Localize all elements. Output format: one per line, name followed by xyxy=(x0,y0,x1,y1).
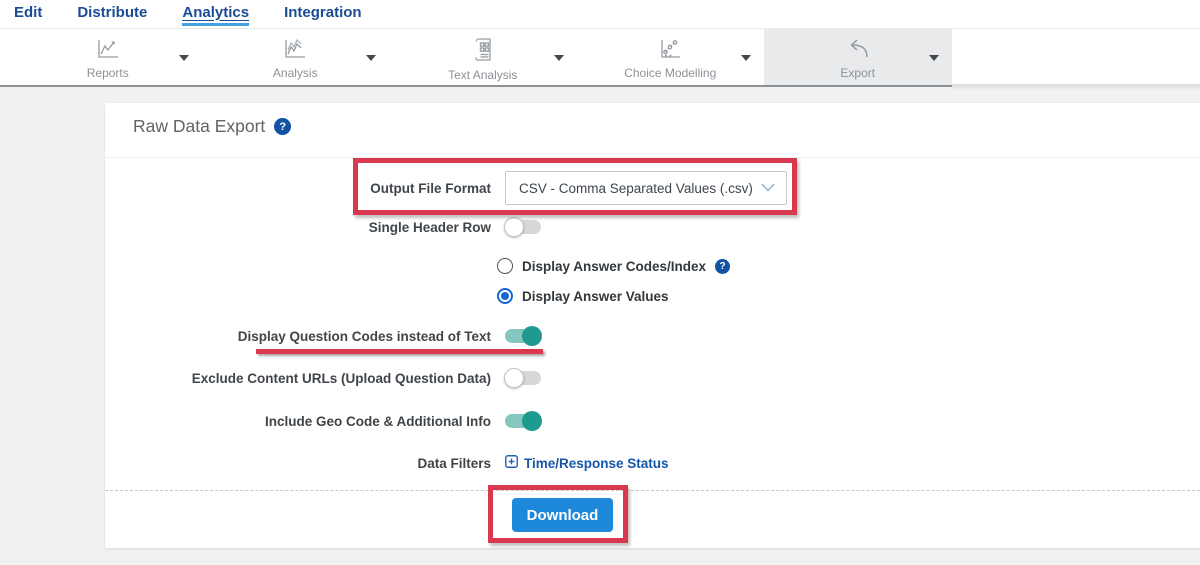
toggle-knob xyxy=(504,217,524,237)
dot-line-chart-icon xyxy=(657,37,683,61)
export-arrow-icon xyxy=(843,37,873,61)
question-codes-toggle[interactable] xyxy=(505,326,542,346)
title-divider xyxy=(105,157,1200,158)
toolbar-item-analysis[interactable]: Analysis xyxy=(202,29,390,85)
content-area: Raw Data Export ? Output File Format CSV… xyxy=(0,86,1200,565)
plus-square-icon xyxy=(505,455,518,471)
download-button[interactable]: Download xyxy=(512,498,613,532)
section-dashed-divider xyxy=(105,490,1200,491)
toolbar-item-label: Choice Modelling xyxy=(624,66,717,80)
analytics-toolbar: Reports Analysis Text Analysis Choice Mo… xyxy=(0,28,1200,87)
toggle-knob xyxy=(522,411,542,431)
toolbar-item-label: Export xyxy=(840,66,876,80)
document-report-icon xyxy=(471,37,495,63)
radio-label: Display Answer Values xyxy=(522,288,669,304)
data-filters-label: Data Filters xyxy=(417,455,491,471)
nav-item-distribute[interactable]: Distribute xyxy=(77,3,147,25)
question-codes-row: Display Question Codes instead of Text xyxy=(105,325,1200,347)
include-geo-row: Include Geo Code & Additional Info xyxy=(105,410,1200,432)
exclude-content-urls-row: Exclude Content URLs (Upload Question Da… xyxy=(105,367,1200,389)
raw-data-export-screen: Edit Distribute Analytics Integration Re… xyxy=(0,0,1200,565)
toolbar-item-reports[interactable]: Reports xyxy=(14,29,202,85)
output-format-label: Output File Format xyxy=(370,180,491,196)
exclude-content-urls-label: Exclude Content URLs (Upload Question Da… xyxy=(191,370,491,386)
single-header-row-toggle[interactable] xyxy=(504,217,541,237)
toolbar-item-label: Analysis xyxy=(272,66,318,80)
time-response-status-label: Time/Response Status xyxy=(524,455,669,471)
chevron-down-icon[interactable] xyxy=(366,55,376,61)
toolbar-item-label: Reports xyxy=(86,66,129,80)
toolbar-item-export[interactable]: Export xyxy=(764,29,952,85)
annotation-underline-question-codes xyxy=(256,349,543,354)
nav-item-analytics[interactable]: Analytics xyxy=(182,3,250,26)
chevron-down-icon[interactable] xyxy=(553,55,564,61)
answer-codes-row: Display Answer Codes/Index ? xyxy=(105,257,1200,275)
nav-item-edit[interactable]: Edit xyxy=(14,3,42,25)
toolbar-item-label: Text Analysis xyxy=(448,68,518,82)
chevron-down-icon xyxy=(761,179,775,197)
line-chart-icon xyxy=(95,37,121,61)
chevron-down-icon[interactable] xyxy=(741,55,751,61)
toggle-knob xyxy=(522,326,542,346)
single-header-row: Single Header Row xyxy=(105,216,1200,238)
top-nav: Edit Distribute Analytics Integration xyxy=(0,0,1200,28)
toolbar-filler xyxy=(951,29,1200,86)
single-header-row-label: Single Header Row xyxy=(368,219,491,235)
page-title: Raw Data Export ? xyxy=(133,116,292,137)
include-geo-label: Include Geo Code & Additional Info xyxy=(265,413,491,429)
toolbar-item-choice-modelling[interactable]: Choice Modelling xyxy=(577,29,765,85)
radio-label: Display Answer Codes/Index xyxy=(522,258,707,274)
exclude-content-urls-toggle[interactable] xyxy=(504,368,541,388)
radio-icon[interactable] xyxy=(497,258,513,274)
multi-line-chart-icon xyxy=(282,37,308,61)
chevron-down-icon[interactable] xyxy=(928,55,939,61)
include-geo-toggle[interactable] xyxy=(505,411,542,431)
output-format-row: Output File Format CSV - Comma Separated… xyxy=(105,171,1200,205)
display-answer-values-radio[interactable]: Display Answer Values xyxy=(497,288,669,304)
help-icon[interactable]: ? xyxy=(715,258,731,274)
radio-icon[interactable] xyxy=(497,288,513,304)
data-filters-row: Data Filters Time/Response Status xyxy=(105,452,1200,474)
output-format-select[interactable]: CSV - Comma Separated Values (.csv) xyxy=(505,171,787,205)
nav-item-integration[interactable]: Integration xyxy=(284,3,362,25)
help-icon[interactable]: ? xyxy=(274,118,292,135)
toolbar-item-text-analysis[interactable]: Text Analysis xyxy=(389,29,577,85)
question-codes-label: Display Question Codes instead of Text xyxy=(237,328,491,344)
time-response-status-link[interactable]: Time/Response Status xyxy=(505,455,669,471)
toggle-knob xyxy=(504,368,524,388)
answer-values-row: Display Answer Values xyxy=(105,287,1200,305)
chevron-down-icon[interactable] xyxy=(178,55,189,61)
display-answer-codes-radio[interactable]: Display Answer Codes/Index ? xyxy=(497,258,731,274)
raw-data-export-card: Raw Data Export ? Output File Format CSV… xyxy=(105,103,1200,548)
page-title-text: Raw Data Export xyxy=(133,116,266,136)
output-format-selected-value: CSV - Comma Separated Values (.csv) xyxy=(519,180,753,196)
